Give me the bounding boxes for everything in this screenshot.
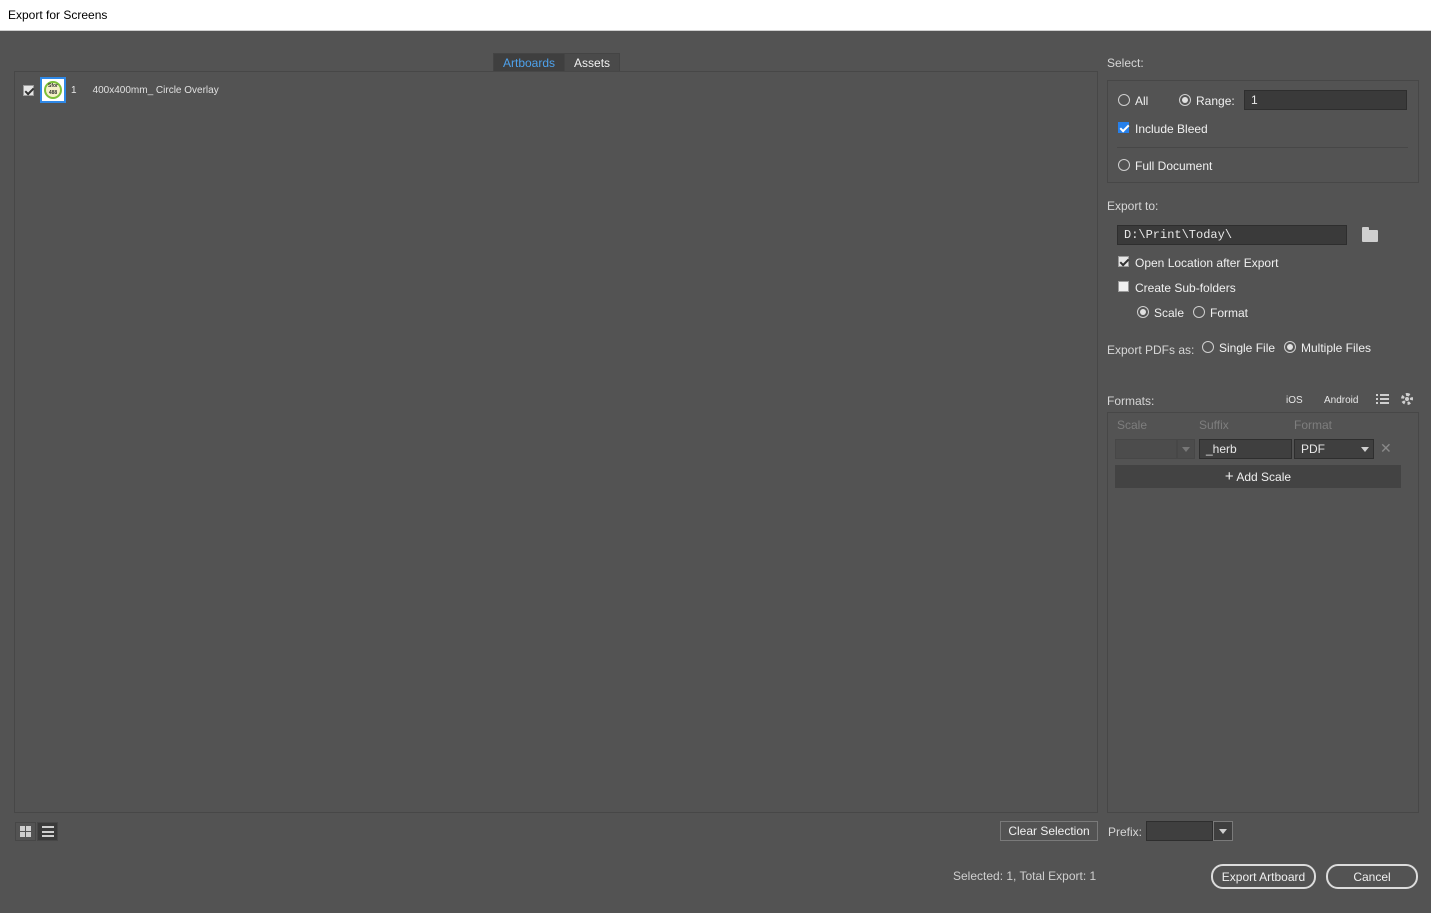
include-bleed-checkbox[interactable] (1118, 122, 1129, 133)
range-input[interactable]: 1 (1244, 90, 1407, 110)
title-bar: Export for Screens (0, 0, 1431, 31)
android-preset-button[interactable]: Android (1324, 395, 1358, 406)
open-location-label: Open Location after Export (1135, 256, 1279, 270)
subfolder-format-label: Format (1210, 306, 1249, 320)
grid-view-icon (20, 826, 31, 837)
list-view-icon (41, 826, 54, 837)
plus-icon: + (1224, 468, 1234, 485)
col-header-suffix: Suffix (1199, 418, 1229, 432)
cancel-button[interactable]: Cancel (1326, 864, 1418, 889)
format-select-value: PDF (1301, 442, 1325, 456)
multiple-files-radio[interactable] (1284, 341, 1296, 353)
suffix-input[interactable]: _herb (1199, 439, 1292, 459)
full-document-radio[interactable] (1118, 159, 1130, 171)
artboard-thumbnail[interactable]: Sfor 488 (40, 77, 66, 103)
folder-icon[interactable] (1362, 227, 1378, 242)
artboard-list: Sfor 488 1 400x400mm_ Circle Overlay (14, 71, 1098, 813)
artboard-checkbox[interactable] (23, 84, 34, 96)
window-title: Export for Screens (8, 8, 108, 22)
chevron-down-icon (1219, 829, 1227, 834)
export-status: Selected: 1, Total Export: 1 (953, 869, 1097, 883)
tab-assets[interactable]: Assets (565, 53, 621, 72)
range-label: Range: (1196, 94, 1235, 108)
all-radio[interactable] (1118, 94, 1130, 106)
artboard-row[interactable]: Sfor 488 1 400x400mm_ Circle Overlay (23, 76, 219, 104)
panel-tabs: Artboards Assets (493, 53, 621, 72)
all-label: All (1135, 94, 1149, 108)
artboard-number: 1 (71, 84, 77, 96)
ios-preset-button[interactable]: iOS (1286, 395, 1303, 406)
export-path-input[interactable]: D:\Print\Today\ (1117, 225, 1347, 245)
formats-heading: Formats: (1107, 394, 1155, 408)
full-document-label: Full Document (1135, 159, 1213, 173)
subfolder-format-radio[interactable] (1193, 306, 1205, 318)
export-pdfs-as-label: Export PDFs as: (1107, 343, 1195, 357)
format-select[interactable]: PDF (1294, 439, 1374, 459)
artboard-name: 400x400mm_ Circle Overlay (92, 84, 219, 96)
col-header-format: Format (1294, 418, 1333, 432)
gear-icon[interactable] (1401, 393, 1413, 405)
col-header-scale: Scale (1117, 418, 1148, 432)
tab-artboards[interactable]: Artboards (493, 53, 566, 72)
add-scale-button[interactable]: + Add Scale (1115, 465, 1401, 488)
artboard-thumbnail-art: Sfor 488 (44, 81, 62, 99)
scale-dropdown-button[interactable] (1177, 439, 1195, 459)
range-radio[interactable] (1179, 94, 1191, 106)
select-divider (1117, 147, 1408, 148)
prefix-label: Prefix: (1108, 825, 1143, 839)
single-file-radio[interactable] (1202, 341, 1214, 353)
prefix-dropdown-button[interactable] (1213, 821, 1233, 841)
scale-input[interactable] (1115, 439, 1177, 459)
chevron-down-icon (1182, 447, 1190, 452)
prefix-input[interactable] (1146, 821, 1213, 841)
open-location-checkbox[interactable] (1118, 256, 1129, 267)
subfolder-scale-label: Scale (1154, 306, 1185, 320)
create-subfolders-label: Create Sub-folders (1135, 281, 1236, 295)
chevron-down-icon (1361, 447, 1369, 452)
close-icon[interactable]: ✕ (1380, 440, 1392, 457)
include-bleed-label: Include Bleed (1135, 122, 1208, 136)
grid-view-button[interactable] (15, 822, 36, 841)
subfolder-scale-radio[interactable] (1137, 306, 1149, 318)
export-artboard-button[interactable]: Export Artboard (1211, 864, 1316, 889)
clear-selection-button[interactable]: Clear Selection (1000, 821, 1098, 841)
create-subfolders-checkbox[interactable] (1118, 281, 1129, 292)
select-heading: Select: (1107, 56, 1144, 70)
list-menu-icon[interactable] (1376, 393, 1389, 406)
list-view-button[interactable] (37, 822, 58, 841)
multiple-files-label: Multiple Files (1301, 341, 1372, 355)
export-to-heading: Export to: (1107, 199, 1159, 213)
add-scale-label: Add Scale (1236, 470, 1292, 484)
single-file-label: Single File (1219, 341, 1276, 355)
